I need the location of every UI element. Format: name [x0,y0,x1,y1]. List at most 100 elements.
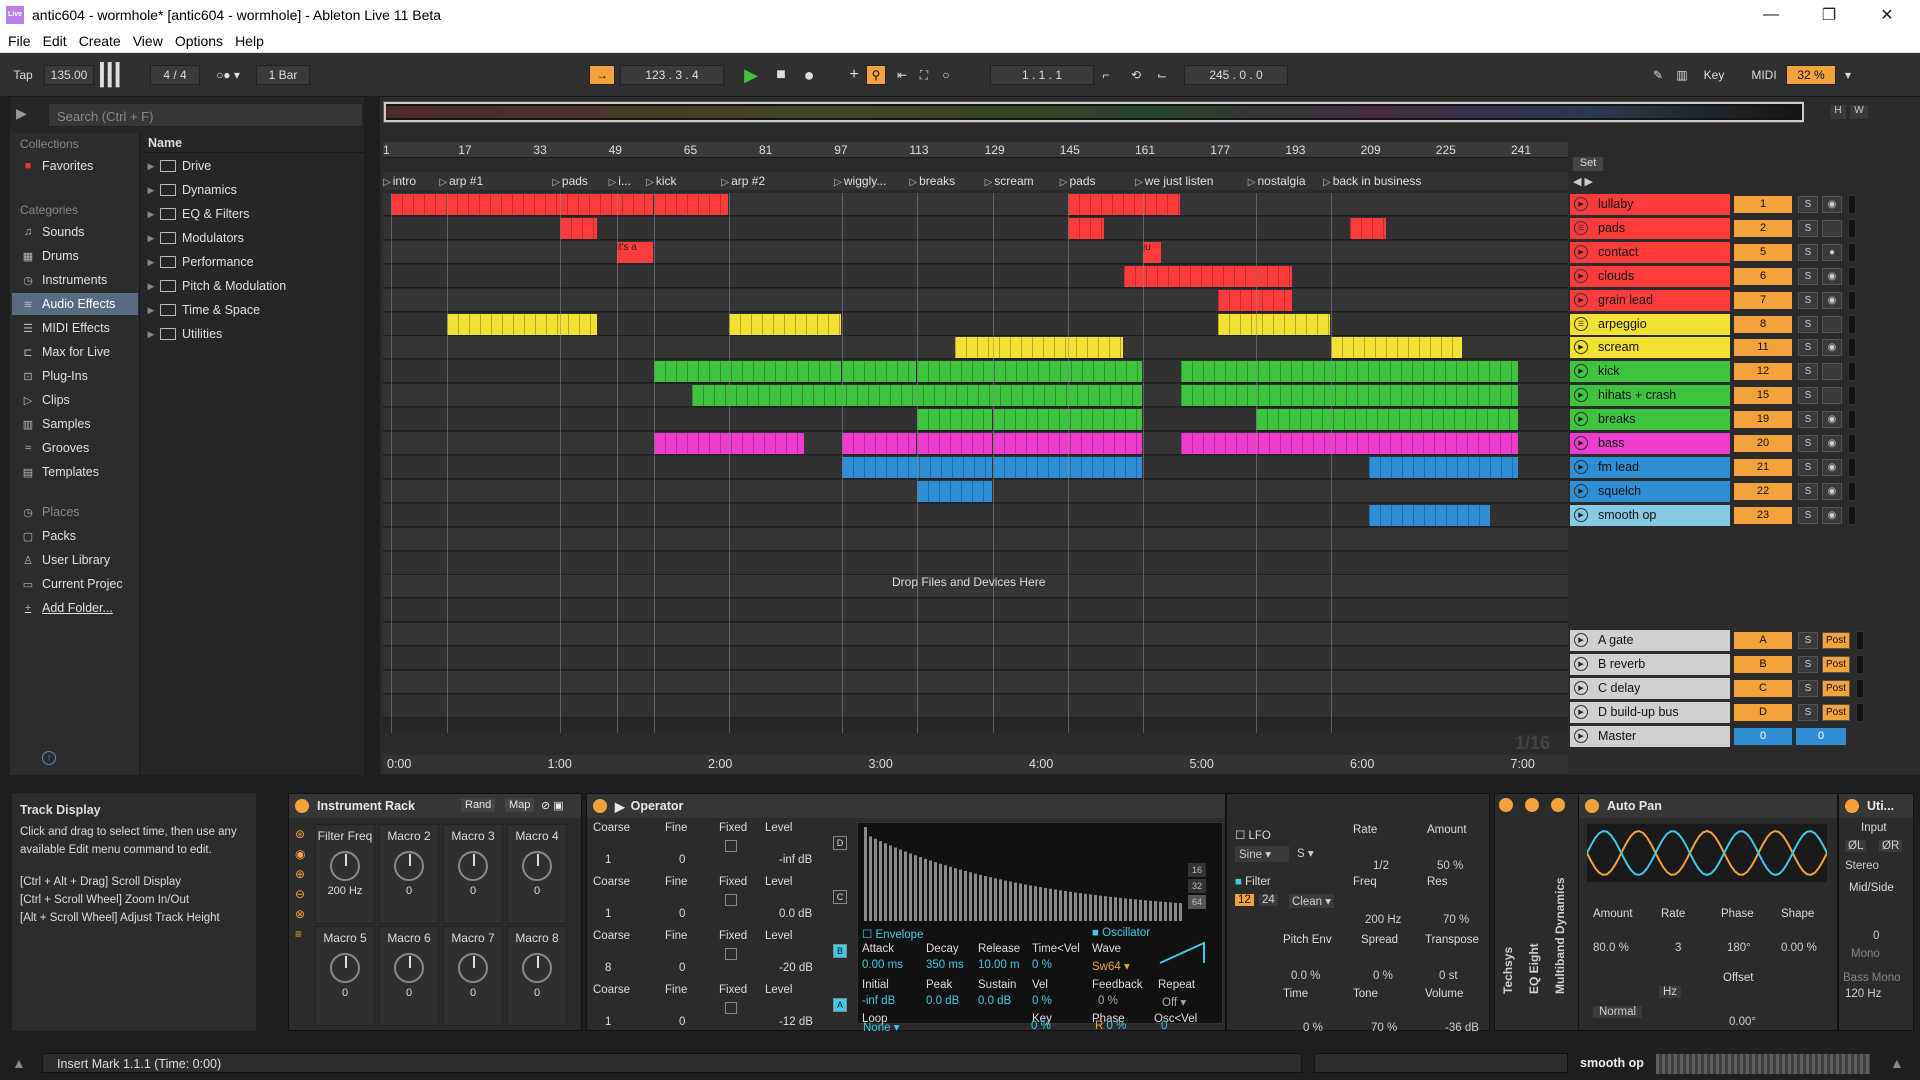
multiband-dynamics-device[interactable]: Multiband Dynamics [1553,877,1567,994]
folder-drive[interactable]: ▶ Drive [142,155,364,177]
menu-file[interactable]: File [8,33,31,49]
phase-invert-left[interactable]: ØL [1845,840,1867,852]
track-activator-icon[interactable]: ▶ [1574,197,1588,211]
locator-5[interactable]: arp #2 [721,174,765,188]
locator-9[interactable]: pads [1060,174,1096,188]
category-clips[interactable]: ▷ Clips [12,389,138,411]
return-letter[interactable]: D [1734,703,1792,721]
track-header[interactable]: ☰ arpeggio 8 S [1570,313,1880,336]
solo-button[interactable]: S [1798,655,1818,673]
macro-knob[interactable] [330,953,360,983]
macro-knob[interactable] [394,953,424,983]
time-ruler[interactable]: 0:00 1:00 2:00 3:00 4:00 5:00 6:00 7:00 [383,755,1568,773]
track-name[interactable]: ▶ bass [1570,433,1730,454]
track-activator-icon[interactable]: ▶ [1574,388,1588,403]
solo-button[interactable]: S [1798,363,1818,381]
filter-type-dropdown[interactable]: Clean ▾ [1289,894,1335,908]
menu-create[interactable]: Create [79,33,121,49]
mono-toggle[interactable]: Mono [1851,948,1880,960]
macro-5[interactable]: Macro 50 [315,926,375,1026]
track-number[interactable]: 11 [1734,339,1792,357]
macro-knob[interactable] [394,851,424,881]
locator-8[interactable]: scream [985,174,1033,188]
fine-value[interactable]: 0 [679,1016,685,1028]
arm-button[interactable]: ◉ [1822,196,1842,213]
track-name[interactable]: ▶ breaks [1570,409,1730,431]
track-number[interactable]: 23 [1734,506,1792,524]
place-user-library[interactable]: ♙ User Library [12,549,138,571]
loop-start-field[interactable]: 1 . 1 . 1 [990,65,1094,85]
bass-mono-toggle[interactable]: Bass Mono [1843,972,1901,984]
clip[interactable] [955,337,1124,359]
arm-button[interactable]: ◉ [1822,435,1842,452]
clip[interactable] [1067,194,1180,215]
track-activator-icon[interactable]: ▶ [1574,507,1588,522]
clip[interactable] [560,217,597,239]
amount-value[interactable]: 80.0 % [1593,942,1629,954]
category-samples[interactable]: ▥ Samples [12,413,138,435]
phase-value[interactable]: 180° [1727,942,1751,954]
arm-button[interactable]: ◉ [1822,267,1842,285]
category-sounds[interactable]: ♫ Sounds [12,221,138,243]
initial-value[interactable]: -inf dB [862,995,895,1007]
expand-icon[interactable]: ▶ [142,209,160,220]
folder-modulators[interactable]: ▶ Modulators [142,227,364,249]
filter-slope-24[interactable]: 24 [1259,894,1278,906]
oscillator-select[interactable]: C [833,890,847,904]
clip[interactable] [729,313,842,335]
clip[interactable] [917,480,992,502]
solo-button[interactable]: S [1798,632,1818,649]
clip[interactable] [1349,217,1387,239]
lfo-rate-value[interactable]: 1/2 [1373,860,1389,872]
solo-button[interactable]: S [1798,458,1818,476]
phase-retrigger-icon[interactable]: R [1095,1020,1103,1032]
loop-switch-icon[interactable]: ⟲ [1124,65,1148,85]
tempo-field[interactable]: 135.00 [44,65,94,85]
filter-freq-value[interactable]: 200 Hz [1365,914,1401,926]
track-name[interactable]: ▶ kick [1570,361,1730,383]
offset-value[interactable]: 0.00° [1729,1016,1756,1028]
arrangement-position-field[interactable]: 123 . 3 . 4 [620,65,724,85]
techsys-device[interactable]: Techsys [1501,947,1515,994]
folder-utilities[interactable]: ▶ Utilities [142,323,364,345]
volume-value[interactable]: -36 dB [1445,1022,1479,1034]
locator-2[interactable]: pads [552,174,588,188]
device-power-icon[interactable] [1845,799,1859,813]
device-power-icon[interactable] [1585,799,1599,813]
overview-viewport[interactable] [384,102,1804,122]
track-activator-icon[interactable]: ▶ [1574,436,1588,450]
rand-button[interactable]: Rand [461,798,496,812]
clip[interactable] [917,409,992,431]
fixed-checkbox[interactable] [725,894,737,906]
clip[interactable] [917,361,1142,383]
fixed-checkbox[interactable] [725,840,737,852]
phase-value[interactable]: R 0 % [1095,1020,1126,1032]
decay-value[interactable]: 350 ms [926,959,964,971]
fine-value[interactable]: 0 [679,908,685,920]
transpose-value[interactable]: 0 st [1439,970,1458,982]
search-input[interactable]: Search (Ctrl + F) [48,103,363,127]
category-drums[interactable]: ▦ Drums [12,245,138,267]
locator-3[interactable]: i... [609,174,631,188]
expand-device-icon[interactable]: ▲ [1890,1055,1904,1071]
mode-dropdown[interactable]: Normal [1593,1006,1643,1018]
track-header[interactable]: ▶ squelch 22 S ◉ [1570,480,1880,503]
fixed-checkbox[interactable] [725,948,737,960]
channel-mode-dropdown[interactable]: Stereo [1845,860,1879,872]
clip[interactable] [842,361,917,383]
macro-knob[interactable] [458,953,488,983]
folder-performance[interactable]: ▶ Performance [142,251,364,273]
return-track-header[interactable]: ▶ B reverb B S Post [1570,653,1880,676]
mid-side-value[interactable]: 0 [1873,930,1879,942]
arm-button[interactable] [1822,219,1842,237]
arm-button[interactable]: ◉ [1822,482,1842,500]
arm-button[interactable] [1822,387,1842,405]
track-number[interactable]: 19 [1734,411,1792,429]
expand-icon[interactable]: ▶ [142,329,160,340]
spread-value[interactable]: 0 % [1373,970,1393,982]
clip[interactable] [1368,504,1490,526]
macro-1[interactable]: Filter Freq 200 Hz [315,824,375,924]
track-activator-icon[interactable]: ▶ [1574,704,1588,719]
master-track-header[interactable]: ▶ Master 0 0 [1570,725,1880,748]
session-record-icon[interactable]: ○ [936,65,956,85]
